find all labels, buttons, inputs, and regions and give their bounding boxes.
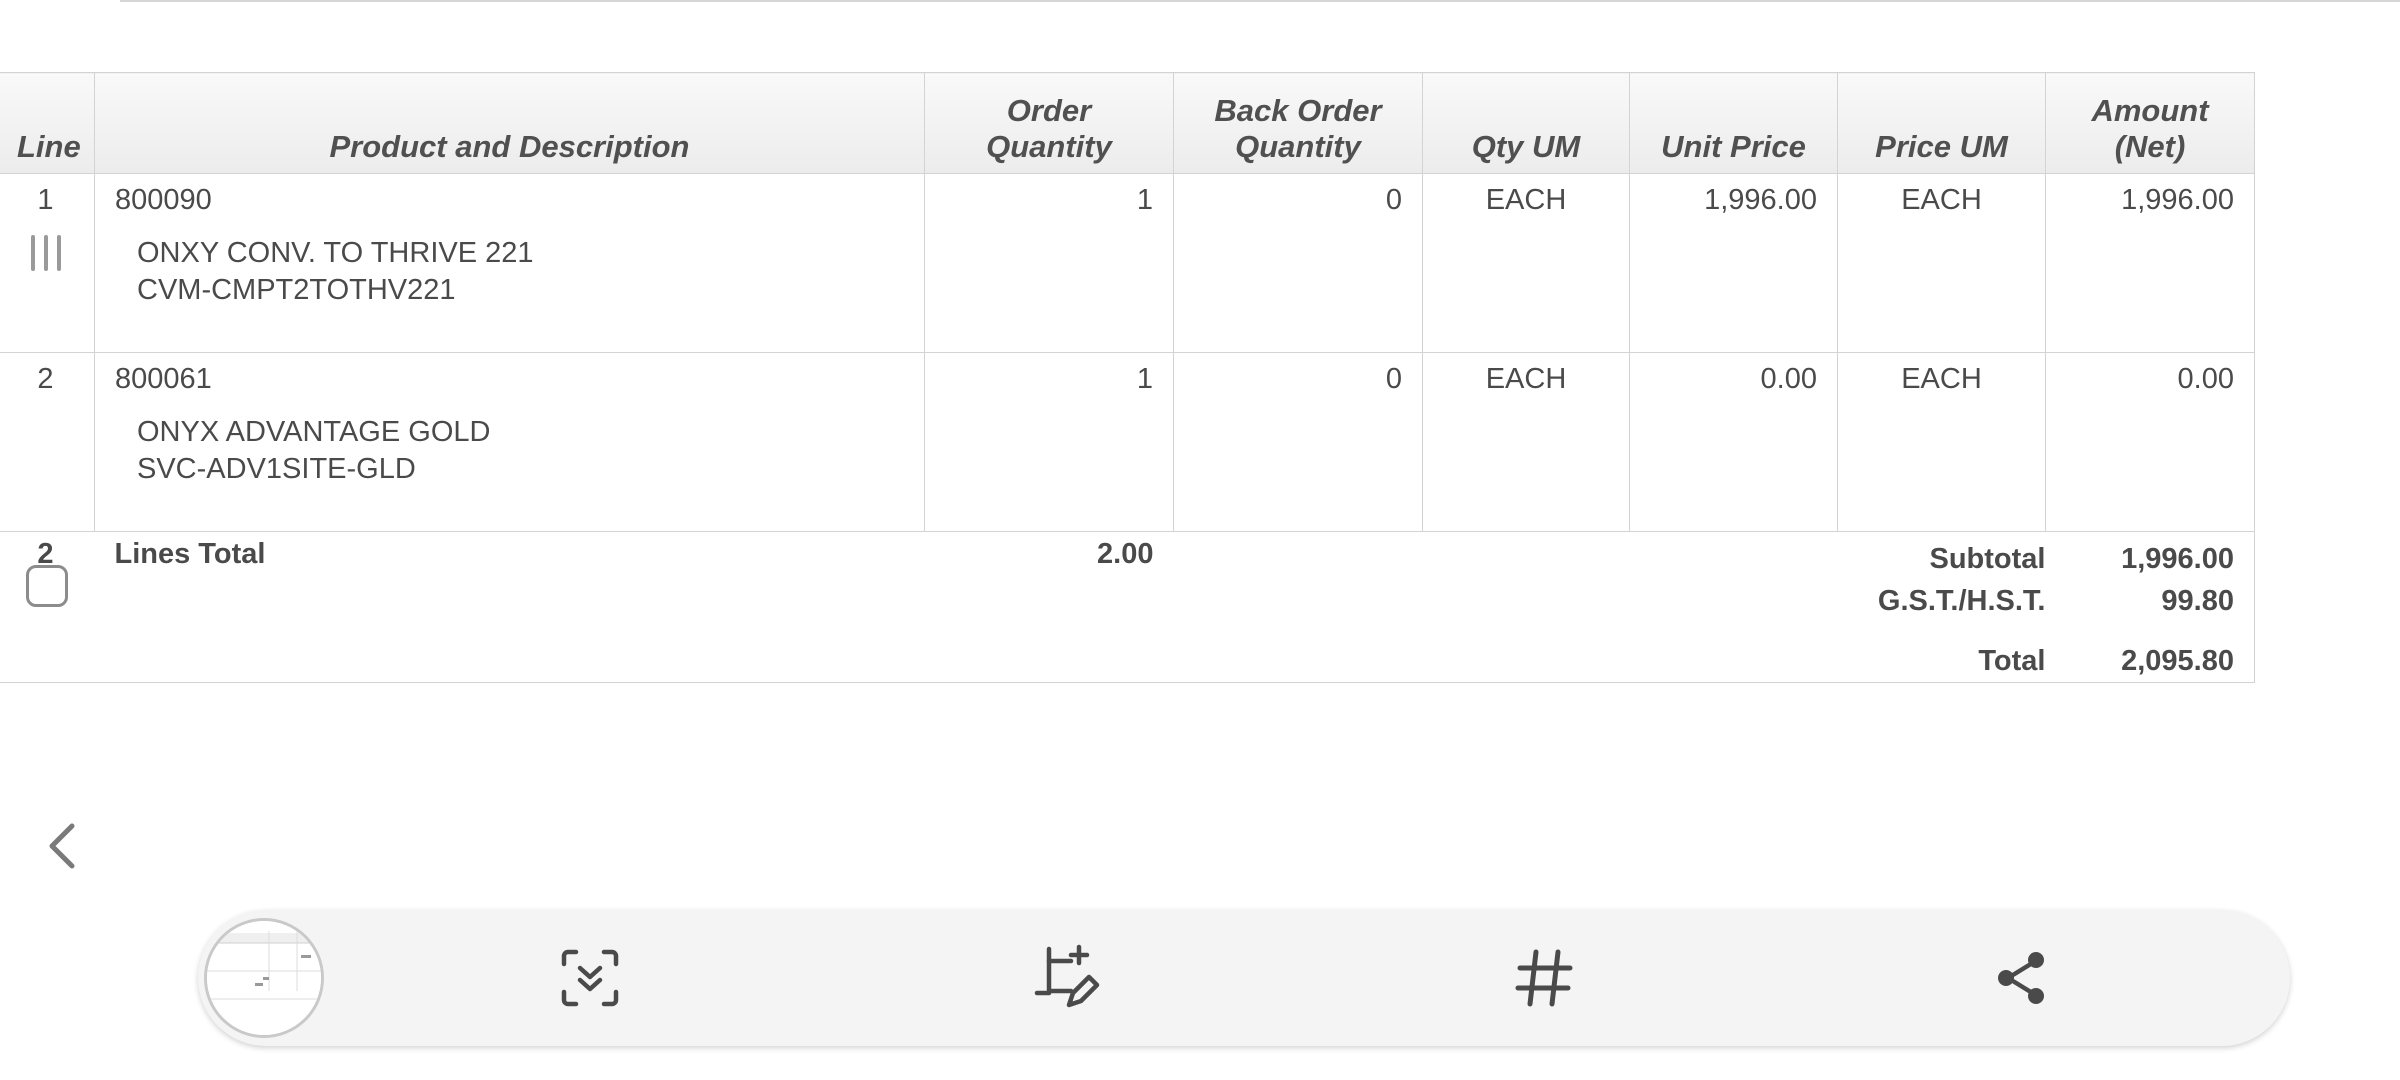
- tax-value: 99.80: [2161, 585, 2234, 617]
- header-product: Product and Description: [94, 72, 925, 174]
- drag-handle-icon[interactable]: [17, 235, 74, 271]
- amount-cell: 1,996.00: [2045, 173, 2255, 353]
- line-number: 1: [37, 184, 54, 216]
- subtotal-value: 1,996.00: [2121, 543, 2234, 575]
- header-back-order-quantity: Back Order Quantity: [1173, 72, 1423, 174]
- product-cell: 800090 ONXY CONV. TO THRIVE 221 CVM-CMPT…: [94, 173, 925, 353]
- product-description-line1: ONXY CONV. TO THRIVE 221: [137, 237, 534, 269]
- product-description: ONXY CONV. TO THRIVE 221 CVM-CMPT2TOTHV2…: [115, 235, 904, 309]
- header-order-quantity: Order Quantity: [924, 72, 1174, 174]
- lines-total-label: Lines Total: [94, 531, 925, 683]
- order-quantity-cell: 1: [924, 173, 1174, 353]
- line-number-cell: 2: [0, 352, 95, 532]
- product-code: 800061: [115, 363, 212, 395]
- empty-cell: [1629, 531, 1838, 683]
- header-amount-line1: Amount: [2091, 93, 2209, 128]
- product-description-line2: SVC-ADV1SITE-GLD: [137, 453, 416, 485]
- totals-labels: Subtotal G.S.T./H.S.T. Total: [1837, 531, 2046, 683]
- header-qty-um: Qty UM: [1422, 72, 1630, 174]
- header-line: Line: [0, 72, 95, 174]
- scroll-capture-icon[interactable]: [550, 938, 630, 1018]
- price-um-cell: EACH: [1837, 173, 2046, 353]
- price-um-cell: EACH: [1837, 352, 2046, 532]
- unit-price-cell: 1,996.00: [1629, 173, 1838, 353]
- order-lines-table: Line Product and Description Order Quant…: [0, 72, 2255, 683]
- header-unit-price: Unit Price: [1629, 72, 1838, 174]
- line-number-cell: 1: [0, 173, 95, 353]
- product-description: ONYX ADVANTAGE GOLD SVC-ADV1SITE-GLD: [115, 414, 904, 488]
- screenshot-toolbar: [198, 910, 2290, 1046]
- header-price-um: Price UM: [1837, 72, 2046, 174]
- order-quantity-cell: 1: [924, 352, 1174, 532]
- screenshot-thumbnail[interactable]: [204, 918, 324, 1038]
- unit-price-cell: 0.00: [1629, 352, 1838, 532]
- qty-um-cell: EACH: [1422, 352, 1630, 532]
- table-row: 1 800090 ONXY CONV. TO THRIVE 221 CVM-CM…: [0, 173, 2255, 353]
- table-header-row: Line Product and Description Order Quant…: [0, 72, 2255, 174]
- empty-cell: [1173, 531, 1423, 683]
- subtotal-label: Subtotal: [1929, 543, 2046, 575]
- qty-um-cell: EACH: [1422, 173, 1630, 353]
- back-order-quantity-cell: 0: [1173, 173, 1423, 353]
- totals-values: 1,996.00 99.80 2,095.80: [2045, 531, 2255, 683]
- line-count-cell: 2: [0, 531, 95, 683]
- amount-cell: 0.00: [2045, 352, 2255, 532]
- crop-edit-icon[interactable]: [1026, 938, 1106, 1018]
- back-chevron-icon[interactable]: [40, 818, 88, 874]
- totals-row: 2 Lines Total 2.00 Subtotal G.S.T./H.S.T…: [0, 531, 2255, 683]
- product-cell: 800061 ONYX ADVANTAGE GOLD SVC-ADV1SITE-…: [94, 352, 925, 532]
- header-amount-net: Amount (Net): [2045, 72, 2255, 174]
- quantity-total: 2.00: [924, 531, 1174, 683]
- total-value: 2,095.80: [2121, 645, 2234, 677]
- product-code: 800090: [115, 184, 212, 216]
- product-description-line1: ONYX ADVANTAGE GOLD: [137, 416, 491, 448]
- total-label: Total: [1978, 645, 2046, 677]
- hashtag-icon[interactable]: [1504, 938, 1584, 1018]
- product-description-line2: CVM-CMPT2TOTHV221: [137, 274, 456, 306]
- header-back-order-line1: Back Order: [1214, 93, 1382, 128]
- share-icon[interactable]: [1982, 938, 2062, 1018]
- table-row: 2 800061 ONYX ADVANTAGE GOLD SVC-ADV1SIT…: [0, 352, 2255, 532]
- empty-cell: [1422, 531, 1630, 683]
- back-order-quantity-cell: 0: [1173, 352, 1423, 532]
- header-amount-line2: (Net): [2114, 129, 2186, 164]
- tax-label: G.S.T./H.S.T.: [1877, 585, 2046, 617]
- header-back-order-line2: Quantity: [1235, 129, 1361, 164]
- line-number: 2: [37, 363, 54, 395]
- top-divider: [120, 0, 2400, 2]
- select-all-checkbox[interactable]: [25, 565, 68, 607]
